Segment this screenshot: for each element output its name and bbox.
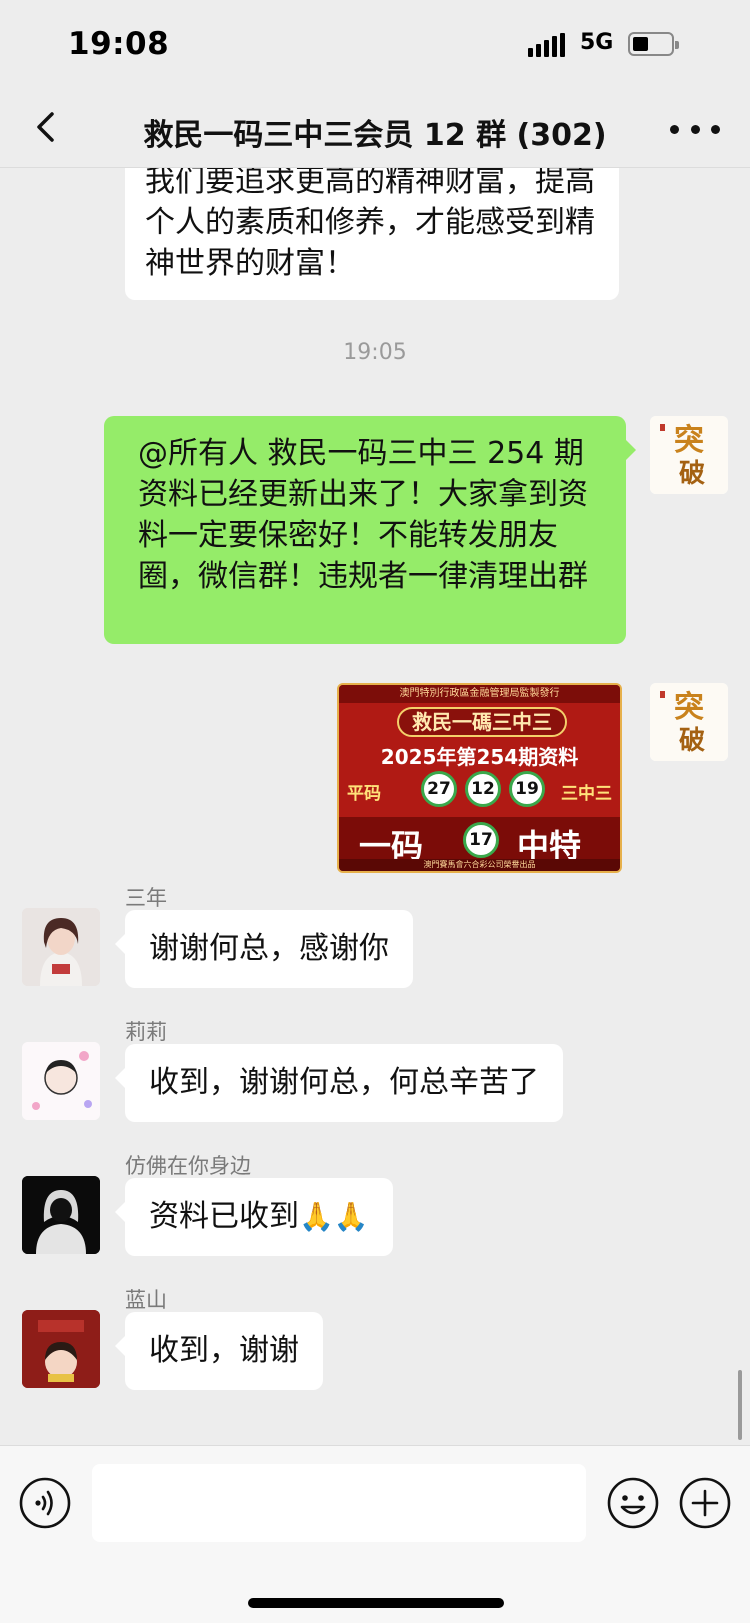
network-type: 5G <box>580 30 614 55</box>
flat-label: 平码 <box>347 784 381 804</box>
lottery-special: 一码 17 中特 <box>339 817 620 865</box>
svg-text:破: 破 <box>679 459 705 489</box>
lottery-header: 澳門特別行政區金融管理局監製發行 <box>339 685 620 703</box>
input-bar <box>0 1445 750 1623</box>
sender-name: 莉莉 <box>125 1020 167 1044</box>
chat-area[interactable]: 物质上的东西都基本上能满足了，我们要追求更高的精神财富，提高个人的素质和修养，才… <box>0 168 750 1445</box>
voice-icon <box>19 1477 71 1529</box>
battery-icon <box>628 32 679 56</box>
three-label: 三中三 <box>561 784 612 804</box>
message-text: 资料已收到 <box>149 1199 299 1234</box>
message-text: 物质上的东西都基本上能满足了，我们要追求更高的精神财富，提高个人的素质和修养，才… <box>145 168 595 281</box>
chevron-left-icon <box>37 112 54 142</box>
group-title: 救民一码三中三会员 12 群 (302) <box>143 118 607 153</box>
timestamp: 19:05 <box>343 340 407 365</box>
message-text: @所有人 救民一码三中三 254 期资料已经更新出来了！大家拿到资料一定要保密好… <box>138 436 588 594</box>
svg-text:破: 破 <box>679 726 705 756</box>
home-indicator <box>248 1598 504 1608</box>
own-message-bubble[interactable]: @所有人 救民一码三中三 254 期资料已经更新出来了！大家拿到资料一定要保密好… <box>104 416 636 644</box>
special-ball: 17 <box>463 822 499 858</box>
own-avatar[interactable]: 突 破 <box>650 683 728 761</box>
emoji-button[interactable] <box>606 1476 660 1530</box>
svg-text:突: 突 <box>674 690 704 725</box>
message-bubble[interactable]: 收到，谢谢 <box>115 1312 323 1390</box>
chat-header: 救民一码三中三会员 12 群 (302) <box>0 88 750 168</box>
back-button[interactable] <box>22 102 72 152</box>
message-text: 谢谢何总，感谢你 <box>149 931 389 966</box>
message-bubble[interactable]: 收到，谢谢何总，何总辛苦了 <box>115 1044 563 1122</box>
plus-icon <box>679 1477 731 1529</box>
message-input[interactable] <box>92 1464 586 1542</box>
scrollbar[interactable] <box>738 1370 742 1440</box>
emoji-icon <box>607 1477 659 1529</box>
status-time: 19:08 <box>68 26 170 62</box>
message-bubble[interactable]: 谢谢何总，感谢你 <box>115 910 413 988</box>
lottery-period: 2025年第254期资料 <box>380 745 579 769</box>
avatar[interactable] <box>22 1310 100 1388</box>
sender-name: 蓝山 <box>125 1288 167 1312</box>
pray-emoji: 🙏🙏 <box>299 1200 369 1233</box>
message-text: 收到，谢谢何总，何总辛苦了 <box>149 1065 539 1100</box>
more-icon <box>670 124 679 134</box>
status-bar: 19:08 5G <box>0 0 750 88</box>
signal-icon <box>528 33 568 57</box>
message-bubble[interactable]: 物质上的东西都基本上能满足了，我们要追求更高的精神财富，提高个人的素质和修养，才… <box>125 168 619 300</box>
message-text: 收到，谢谢 <box>149 1333 299 1368</box>
add-button[interactable] <box>678 1476 732 1530</box>
number-ball: 12 <box>465 771 501 807</box>
lottery-numbers: 平码 27 12 19 三中三 <box>345 771 614 811</box>
number-ball: 27 <box>421 771 457 807</box>
voice-button[interactable] <box>18 1476 72 1530</box>
svg-text:突: 突 <box>674 423 704 458</box>
more-button[interactable] <box>670 112 720 146</box>
own-avatar[interactable]: 突 破 <box>650 416 728 494</box>
number-ball: 19 <box>509 771 545 807</box>
avatar[interactable] <box>22 908 100 986</box>
avatar[interactable] <box>22 1042 100 1120</box>
message-bubble[interactable]: 资料已收到🙏🙏 <box>115 1178 393 1256</box>
sender-name: 仿佛在你身边 <box>125 1154 251 1178</box>
sender-name: 三年 <box>125 886 167 910</box>
lottery-banner: 救民一碼三中三 <box>397 707 567 737</box>
avatar[interactable] <box>22 1176 100 1254</box>
lottery-image[interactable]: 澳門特別行政區金融管理局監製發行 救民一碼三中三 2025年第254期资料 平码… <box>337 683 622 873</box>
lottery-footer: 澳門賽馬會六合彩公司榮譽出品 <box>339 859 620 871</box>
